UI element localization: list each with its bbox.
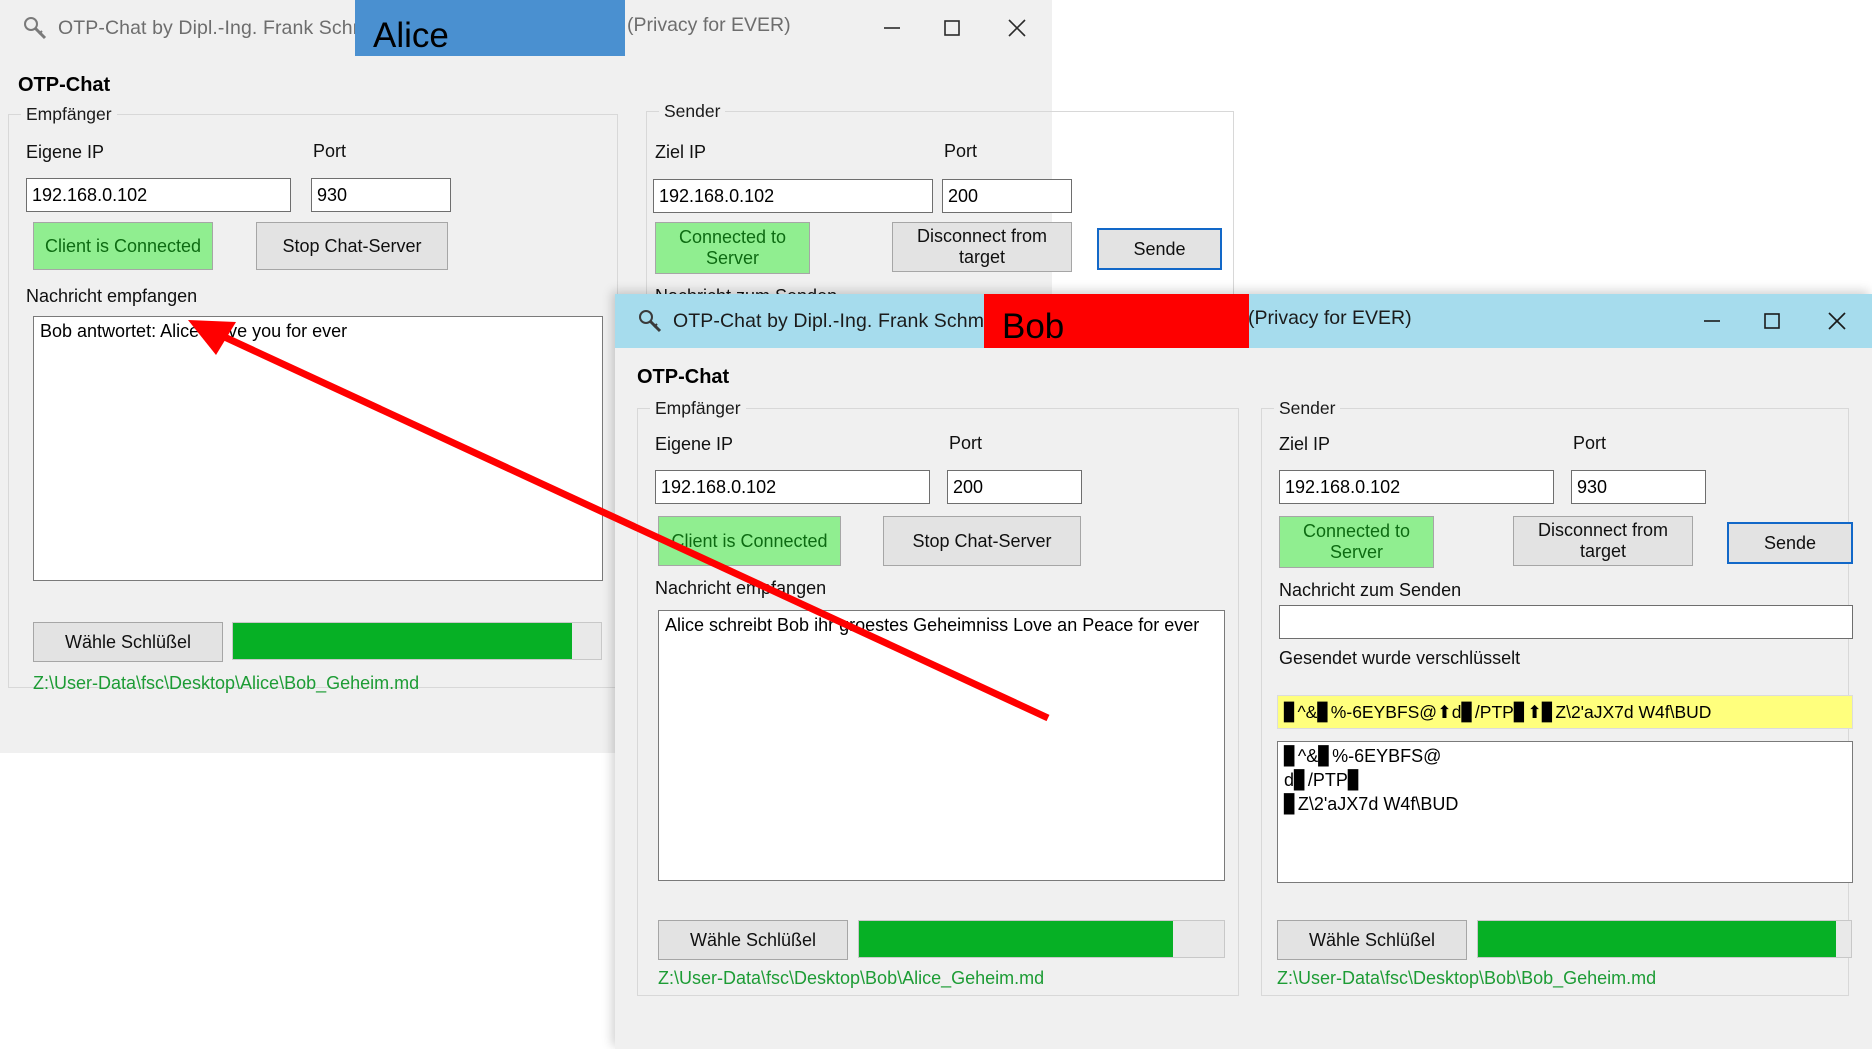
bob-receiver-progress-fill (859, 921, 1173, 957)
bob-own-ip-label: Eigene IP (655, 434, 734, 454)
bob-cipher-preview: ▊^&▊%-6EYBFS@⬆d▊/PTP▊⬆▊Z\2'aJX7d W4f\BUD (1277, 695, 1853, 729)
bob-sender-choose-key-button[interactable]: Wähle Schlüßel (1277, 920, 1467, 960)
alice-window-title: OTP-Chat by Dipl.-Ing. Frank Schmidt (58, 16, 390, 39)
bob-maximize-button[interactable] (1742, 294, 1802, 348)
bob-received-message[interactable]: Alice schreibt Bob ihr groestes Geheimni… (658, 610, 1225, 881)
bob-target-ip-label: Ziel IP (1279, 434, 1331, 454)
bob-target-ip-input[interactable]: 192.168.0.102 (1279, 470, 1554, 504)
bob-sender-port-input[interactable]: 930 (1571, 470, 1706, 504)
alice-key-progress-bar (232, 622, 602, 660)
screenshot-root: OTP-Chat by Dipl.-Ing. Frank Schmidt (Pr… (0, 0, 1872, 1049)
alice-received-label: Nachricht empfangen (26, 286, 198, 306)
bob-stop-chat-server-button[interactable]: Stop Chat-Server (883, 516, 1081, 566)
bob-send-status-label: Gesendet wurde verschlüsselt (1279, 648, 1521, 668)
bob-sender-progress-fill (1478, 921, 1837, 957)
alice-target-ip-input[interactable]: 192.168.0.102 (653, 179, 933, 213)
alice-connected-to-server-button[interactable]: Connected to Server (655, 222, 810, 274)
bob-received-label: Nachricht empfangen (655, 578, 827, 598)
bob-sender-port-label: Port (1573, 433, 1607, 453)
alice-app-title: OTP-Chat (18, 74, 111, 96)
alice-minimize-button[interactable] (862, 0, 922, 56)
bob-chat-window: OTP-Chat by Dipl.-Ing. Frank Schmidt (Pr… (615, 294, 1872, 1049)
alice-maximize-button[interactable] (922, 0, 982, 56)
bob-receiver-key-path: Z:\User-Data\fsc\Desktop\Bob\Alice_Gehei… (658, 968, 1045, 988)
alice-stop-chat-server-button[interactable]: Stop Chat-Server (256, 222, 448, 270)
bob-sender-progress-bar (1477, 920, 1852, 958)
magnifier-key-icon (22, 15, 48, 41)
bob-sender-key-path: Z:\User-Data\fsc\Desktop\Bob\Bob_Geheim.… (1277, 968, 1657, 988)
bob-receiver-port-input[interactable]: 200 (947, 470, 1082, 504)
bob-cipher-block[interactable]: ▊^&▊%-6EYBFS@ d▊/PTP▊ ▊Z\2'aJX7d W4f\BUD (1277, 741, 1853, 883)
bob-titlebar: OTP-Chat by Dipl.-Ing. Frank Schmidt (Pr… (615, 294, 1872, 358)
bob-sender-legend: Sender (1274, 398, 1341, 419)
alice-own-ip-input[interactable]: 192.168.0.102 (26, 178, 291, 212)
alice-disconnect-button[interactable]: Disconnect from target (892, 222, 1072, 272)
bob-receiver-choose-key-button[interactable]: Wähle Schlüßel (658, 920, 848, 960)
alice-port-input[interactable]: 930 (311, 178, 451, 212)
bob-client-area: OTP-Chat Empfänger Eigene IP Port 192.16… (615, 348, 1872, 1049)
alice-send-button[interactable]: Sende (1097, 228, 1222, 270)
bob-badge-label: Bob (1002, 306, 1065, 346)
bob-own-ip-input[interactable]: 192.168.0.102 (655, 470, 930, 504)
alice-target-ip-label: Ziel IP (655, 142, 707, 162)
bob-app-title: OTP-Chat (637, 366, 730, 388)
bob-window-title-tail: (Privacy for EVER) (1248, 307, 1412, 329)
bob-connected-to-server-button[interactable]: Connected to Server (1279, 516, 1434, 568)
bob-disconnect-button[interactable]: Disconnect from target (1513, 516, 1693, 566)
bob-window-title: OTP-Chat by Dipl.-Ing. Frank Schmidt (673, 309, 1005, 332)
alice-own-ip-label: Eigene IP (26, 142, 105, 162)
bob-receiver-legend: Empfänger (650, 398, 746, 419)
alice-received-message[interactable]: Bob antwortet: Alice I love you for ever (33, 316, 603, 581)
alice-sender-legend: Sender (659, 101, 726, 122)
alice-badge-label: Alice (373, 15, 449, 55)
bob-client-connected-button[interactable]: Client is Connected (658, 516, 841, 566)
magnifier-key-icon (637, 308, 663, 334)
alice-key-path-label: Z:\User-Data\fsc\Desktop\Alice\Bob_Gehei… (33, 673, 420, 693)
alice-client-connected-button[interactable]: Client is Connected (33, 222, 213, 270)
alice-choose-key-button[interactable]: Wähle Schlüßel (33, 622, 223, 662)
alice-window-buttons (862, 0, 1052, 56)
alice-key-progress-fill (233, 623, 572, 659)
bob-compose-input[interactable] (1279, 605, 1853, 639)
alice-window-title-tail: (Privacy for EVER) (627, 14, 791, 36)
alice-port-label: Port (313, 141, 347, 161)
alice-receiver-legend: Empfänger (21, 104, 117, 125)
bob-receiver-progress-bar (858, 920, 1225, 958)
alice-sender-port-label: Port (944, 141, 978, 161)
alice-sender-port-input[interactable]: 200 (942, 179, 1072, 213)
alice-titlebar: OTP-Chat by Dipl.-Ing. Frank Schmidt (Pr… (0, 0, 1052, 70)
bob-close-button[interactable] (1802, 294, 1872, 348)
bob-receiver-port-label: Port (949, 433, 983, 453)
alice-close-button[interactable] (982, 0, 1052, 56)
bob-send-button[interactable]: Sende (1727, 522, 1853, 564)
bob-compose-label: Nachricht zum Senden (1279, 580, 1462, 600)
bob-window-buttons (1682, 294, 1872, 348)
bob-minimize-button[interactable] (1682, 294, 1742, 348)
